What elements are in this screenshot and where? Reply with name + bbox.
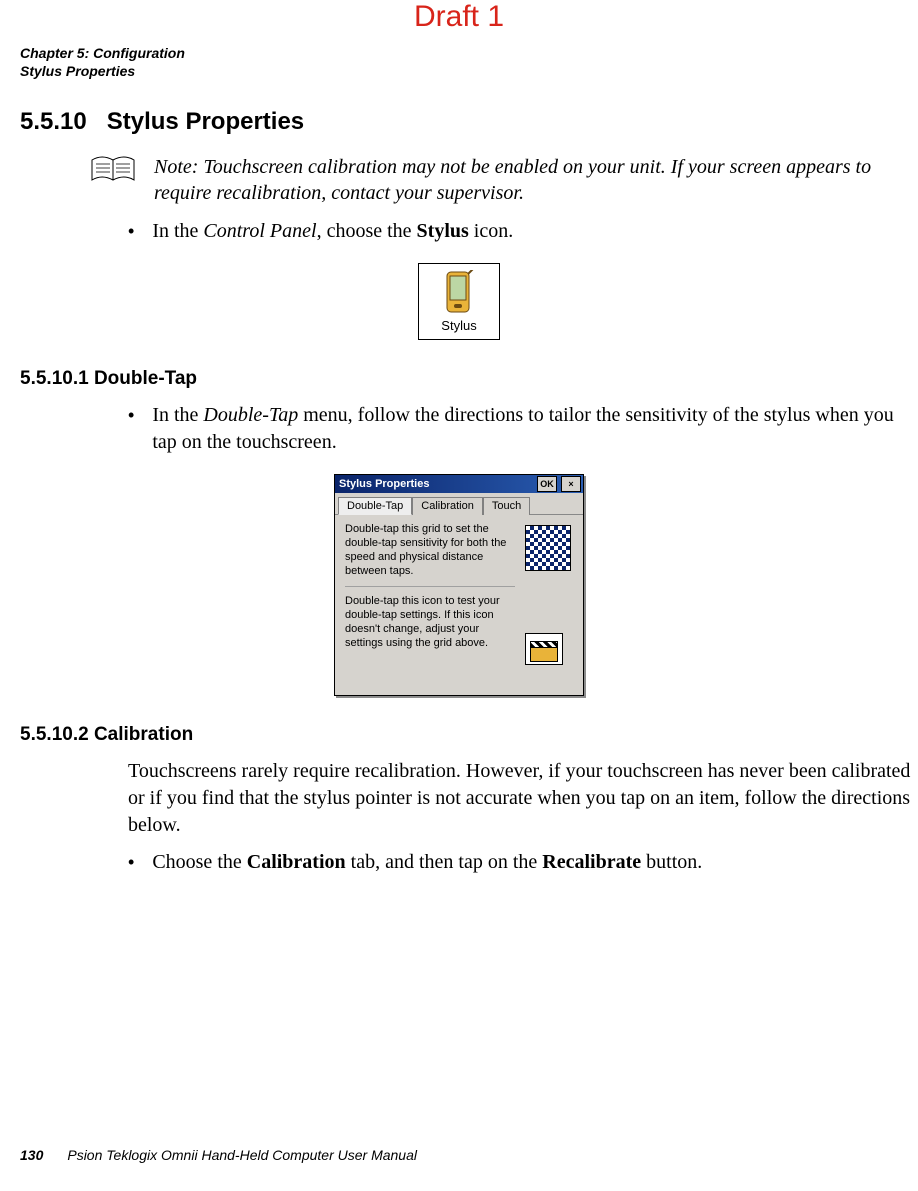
- note-lead: Note:: [154, 156, 198, 178]
- subsection-heading: 5.5.10.2 Calibration: [20, 724, 898, 746]
- section-heading: 5.5.10 Stylus Properties: [20, 108, 898, 136]
- dialog-para-2: Double-tap this icon to test your double…: [345, 595, 515, 650]
- bullet-text: In the Control Panel, choose the Stylus …: [152, 218, 513, 245]
- bullet-marker: •: [128, 218, 134, 244]
- subsection-number: 5.5.10.2: [20, 724, 89, 745]
- text-run: Recalibrate: [542, 851, 641, 873]
- bullet-marker: •: [128, 849, 134, 875]
- page: Draft 1 Chapter 5: Configuration Stylus …: [0, 0, 918, 1191]
- note-block: Note: Touchscreen calibration may not be…: [90, 154, 890, 206]
- bullet-item: • Choose the Calibration tab, and then t…: [128, 849, 918, 876]
- divider: [345, 586, 515, 587]
- dialog-para-1: Double-tap this grid to set the double-t…: [345, 523, 515, 578]
- draft-watermark: Draft 1: [414, 0, 504, 34]
- text-run: Double-Tap: [203, 404, 298, 426]
- note-text: Note: Touchscreen calibration may not be…: [154, 154, 890, 206]
- footer-text: Psion Teklogix Omnii Hand-Held Computer …: [67, 1147, 417, 1163]
- bullet-text: Choose the Calibration tab, and then tap…: [152, 849, 702, 876]
- subsection-title: Double-Tap: [94, 368, 197, 389]
- body-paragraph: Touchscreens rarely require recalibratio…: [128, 758, 918, 839]
- text-run: Stylus: [417, 220, 469, 242]
- close-button[interactable]: ×: [561, 476, 581, 492]
- page-footer: 130 Psion Teklogix Omnii Hand-Held Comput…: [20, 1147, 417, 1163]
- dialog-body: Double-tap this grid to set the double-t…: [335, 515, 583, 695]
- text-run: , choose the: [317, 220, 417, 242]
- dialog-icon-column: [525, 523, 575, 665]
- dialog-titlebar: Stylus Properties OK ×: [335, 475, 583, 493]
- section-number: 5.5.10: [20, 108, 87, 135]
- page-number: 130: [20, 1147, 43, 1163]
- text-run: tab, and then tap on the: [346, 851, 543, 873]
- bullet-item: • In the Control Panel, choose the Stylu…: [128, 218, 918, 245]
- tab-calibration[interactable]: Calibration: [412, 497, 483, 515]
- note-body: Touchscreen calibration may not be enabl…: [154, 156, 871, 204]
- text-run: Choose the: [152, 851, 246, 873]
- book-icon: [90, 154, 136, 186]
- ok-button[interactable]: OK: [537, 476, 557, 492]
- text-run: In the: [152, 220, 203, 242]
- subsection-number: 5.5.10.1: [20, 368, 89, 389]
- subsection-heading: 5.5.10.1 Double-Tap: [20, 368, 898, 390]
- tab-strip: Double-Tap Calibration Touch: [335, 493, 583, 515]
- double-tap-grid[interactable]: [525, 525, 571, 571]
- dialog-text-column: Double-tap this grid to set the double-t…: [345, 523, 515, 665]
- text-run: icon.: [469, 220, 513, 242]
- bullet-marker: •: [128, 402, 134, 428]
- running-head: Chapter 5: Configuration Stylus Properti…: [20, 44, 898, 80]
- dialog-title: Stylus Properties: [339, 478, 533, 490]
- double-tap-test-icon[interactable]: [525, 633, 563, 665]
- tab-touch[interactable]: Touch: [483, 497, 530, 515]
- bullet-text: In the Double-Tap menu, follow the direc…: [152, 402, 918, 456]
- text-run: In the: [152, 404, 203, 426]
- text-run: button.: [641, 851, 702, 873]
- stylus-control-panel-icon: Stylus: [418, 263, 500, 340]
- running-head-chapter: Chapter 5: Configuration: [20, 44, 898, 62]
- stylus-icon-label: Stylus: [419, 318, 499, 333]
- tab-double-tap[interactable]: Double-Tap: [338, 497, 412, 515]
- bullet-item: • In the Double-Tap menu, follow the dir…: [128, 402, 918, 456]
- running-head-section: Stylus Properties: [20, 62, 898, 80]
- pda-icon: [444, 270, 474, 314]
- stylus-properties-dialog: Stylus Properties OK × Double-Tap Calibr…: [334, 474, 584, 696]
- text-run: Calibration: [247, 851, 346, 873]
- subsection-title: Calibration: [94, 724, 193, 745]
- text-run: Control Panel: [203, 220, 316, 242]
- section-title: Stylus Properties: [107, 108, 304, 135]
